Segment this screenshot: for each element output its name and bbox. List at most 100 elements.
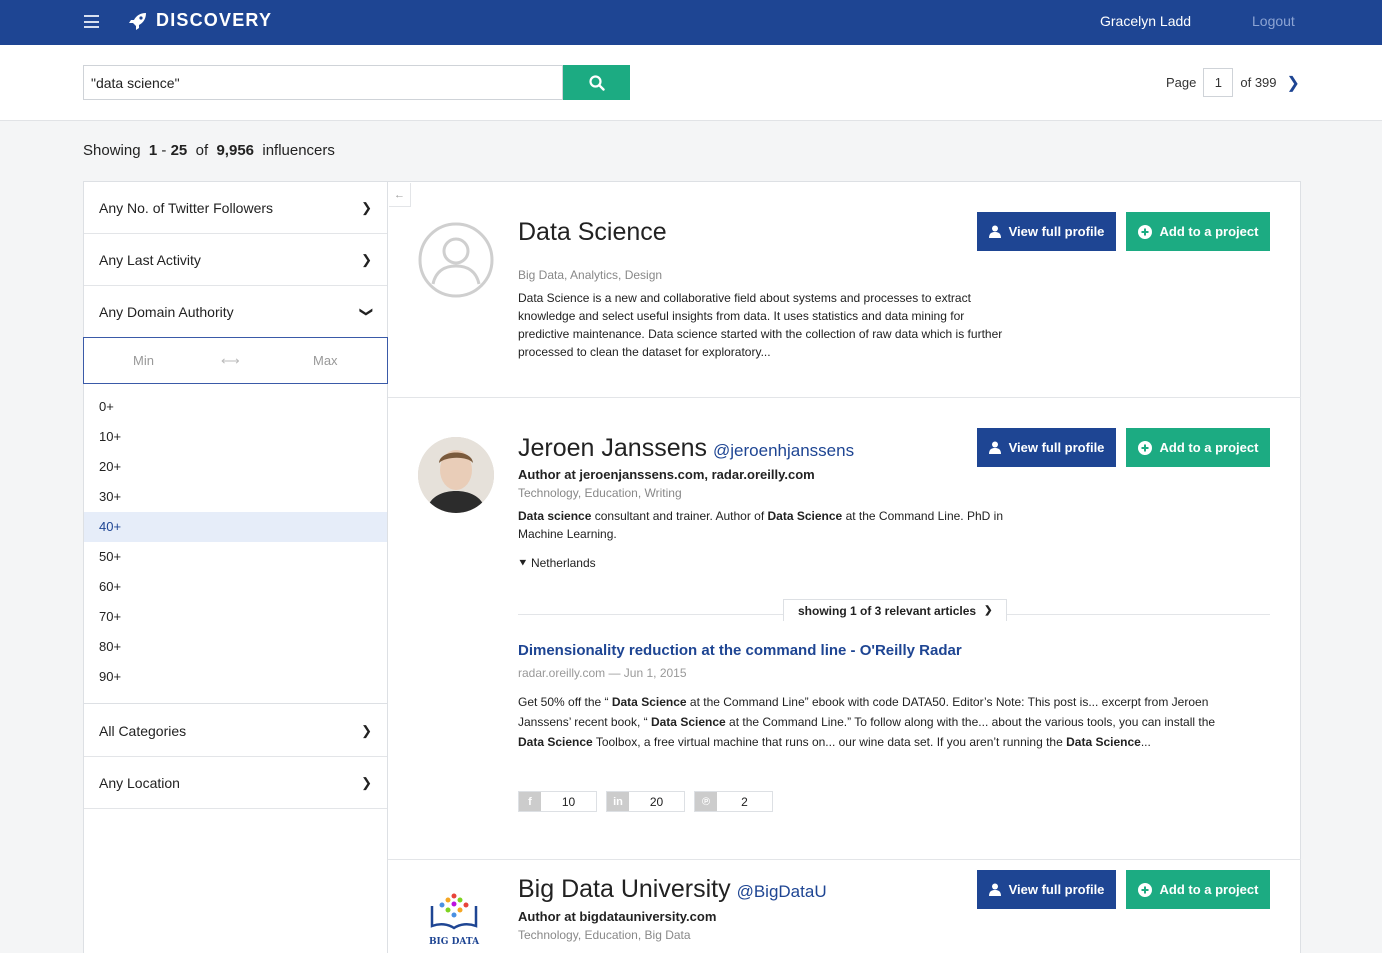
view-full-profile-button[interactable]: View full profile: [977, 428, 1116, 467]
domain-authority-option[interactable]: 60+: [84, 572, 387, 602]
summary-prefix: Showing: [83, 142, 141, 159]
facebook-share-count: f 10: [518, 791, 597, 812]
article-title-link[interactable]: Dimensionality reduction at the command …: [518, 642, 962, 659]
linkedin-share-count: in 20: [606, 791, 685, 812]
search-icon: [588, 74, 605, 91]
domain-authority-option[interactable]: 70+: [84, 602, 387, 632]
filter-domain-authority[interactable]: Any Domain Authority ❯: [84, 286, 387, 338]
result-name[interactable]: Big Data University @BigDataU: [518, 875, 827, 904]
view-full-profile-button[interactable]: View full profile: [977, 212, 1116, 251]
result-tags: Technology, Education, Big Data: [518, 928, 691, 942]
domain-authority-range: Min ⟷ Max: [83, 337, 388, 384]
results-panel: ← Data Science View full profile Add to …: [388, 181, 1301, 953]
share-count: 20: [649, 794, 664, 809]
add-to-project-button[interactable]: Add to a project: [1126, 212, 1270, 251]
result-description: Data Science is a new and collaborative …: [518, 291, 1003, 359]
range-min-input[interactable]: Min: [133, 353, 154, 368]
filter-twitter-followers[interactable]: Any No. of Twitter Followers ❯: [84, 182, 387, 234]
chevron-right-icon: ❯: [361, 199, 372, 215]
results-summary: Showing 1 - 25 of 9,956 influencers: [83, 142, 335, 159]
rocket-icon: [129, 12, 146, 30]
domain-authority-option[interactable]: 80+: [84, 632, 387, 662]
user-icon: [988, 883, 1001, 896]
excerpt-highlight: Data Science: [518, 735, 593, 749]
result-name[interactable]: Data Science: [518, 218, 667, 247]
hamburger-menu-icon[interactable]: [84, 15, 99, 28]
logout-link[interactable]: Logout: [1252, 13, 1295, 29]
button-label: View full profile: [1008, 882, 1105, 897]
search-button[interactable]: [563, 65, 630, 100]
add-to-project-button[interactable]: Add to a project: [1126, 428, 1270, 467]
range-arrow-icon: ⟷: [221, 352, 240, 368]
result-bio: Data science consultant and trainer. Aut…: [518, 507, 1038, 543]
button-label: View full profile: [1008, 440, 1105, 455]
button-label: Add to a project: [1159, 224, 1259, 239]
filter-label: Any Domain Authority: [99, 304, 234, 320]
excerpt-text: ...: [1140, 735, 1151, 749]
chevron-right-icon: ❯: [361, 722, 372, 738]
domain-authority-options: 0+ 10+ 20+ 30+ 40+ 50+ 60+ 70+ 80+ 90+: [83, 384, 388, 704]
profile-photo: [418, 437, 494, 513]
domain-authority-option[interactable]: 50+: [84, 542, 387, 572]
search-input[interactable]: [83, 65, 563, 100]
pinterest-share-count: ℗ 2: [694, 791, 773, 812]
result-author: Author at bigdatauniversity.com: [518, 909, 717, 924]
excerpt-highlight: Data Science: [650, 715, 726, 729]
summary-total: 9,956: [216, 142, 255, 159]
page-number-input[interactable]: 1: [1203, 68, 1234, 97]
filter-location[interactable]: Any Location ❯: [84, 757, 387, 809]
next-page-icon[interactable]: ❯: [1287, 73, 1300, 93]
view-full-profile-button[interactable]: View full profile: [977, 870, 1116, 909]
button-label: View full profile: [1008, 224, 1105, 239]
range-max-input[interactable]: Max: [313, 353, 338, 368]
result-location: ⯆ Netherlands: [518, 556, 596, 571]
chevron-right-icon: ❯: [361, 774, 372, 790]
filter-sidebar: Any No. of Twitter Followers ❯ Any Last …: [83, 181, 388, 953]
filter-last-activity[interactable]: Any Last Activity ❯: [84, 234, 387, 286]
big-data-university-logo: BIG DATA: [429, 893, 480, 947]
button-label: Add to a project: [1159, 440, 1259, 455]
user-name-link[interactable]: Gracelyn Ladd: [1100, 13, 1191, 29]
result-name[interactable]: Jeroen Janssens @jeroenhjanssens: [518, 434, 854, 463]
article-meta: radar.oreilly.com — Jun 1, 2015: [518, 666, 687, 680]
chevron-right-icon: ❯: [984, 605, 993, 616]
article-excerpt: Get 50% off the “ Data Science at the Co…: [518, 692, 1238, 752]
summary-suffix: influencers: [262, 142, 335, 159]
articles-label: showing 1 of 3 relevant articles: [798, 603, 977, 618]
search-bar: Page 1 of 399 ❯: [0, 45, 1382, 121]
location-text: Netherlands: [530, 556, 596, 570]
page-label: Page: [1166, 75, 1197, 90]
filter-label: Any Location: [99, 774, 180, 791]
result-card: Jeroen Janssens @jeroenhjanssens View ful…: [388, 398, 1301, 860]
result-author: Author at jeroenjanssens.com, radar.orei…: [518, 467, 815, 482]
name-text: Data Science: [518, 218, 667, 246]
domain-authority-option[interactable]: 10+: [84, 422, 387, 452]
app-logo[interactable]: DISCOVERY: [128, 10, 272, 31]
svg-text:BIG DATA: BIG DATA: [429, 937, 480, 947]
app-name: DISCOVERY: [156, 10, 273, 30]
twitter-handle[interactable]: @jeroenhjanssens: [713, 441, 854, 460]
chevron-down-icon: ❯: [359, 306, 375, 318]
linkedin-icon: in: [607, 792, 629, 811]
chevron-right-icon: ❯: [361, 251, 372, 267]
relevant-articles-toggle[interactable]: showing 1 of 3 relevant articles ❯: [783, 599, 1008, 621]
excerpt-text: Get 50% off the “: [518, 695, 612, 709]
domain-authority-option[interactable]: 40+: [84, 512, 387, 542]
excerpt-text: at the Command Line.” To follow along wi…: [725, 715, 1216, 729]
summary-range-start: 1: [148, 142, 158, 159]
share-count: 2: [741, 794, 748, 809]
domain-authority-option[interactable]: 30+: [84, 482, 387, 512]
domain-authority-option[interactable]: 0+: [84, 392, 387, 422]
bio-text: consultant and trainer. Author of: [591, 509, 768, 523]
bio-highlight: Data Science: [767, 509, 843, 523]
domain-authority-option[interactable]: 20+: [84, 452, 387, 482]
map-marker-icon: ⯆: [518, 556, 528, 570]
twitter-handle[interactable]: @BigDataU: [737, 882, 827, 901]
filter-label: Any No. of Twitter Followers: [99, 199, 274, 216]
filter-categories[interactable]: All Categories ❯: [84, 705, 387, 757]
top-navbar: DISCOVERY Gracelyn Ladd Logout: [0, 0, 1382, 45]
add-to-project-button[interactable]: Add to a project: [1126, 870, 1270, 909]
domain-authority-option[interactable]: 90+: [84, 662, 387, 692]
result-card: BIG DATA Big Data University @BigDataU Vi…: [388, 860, 1301, 953]
share-count: 10: [561, 794, 576, 809]
